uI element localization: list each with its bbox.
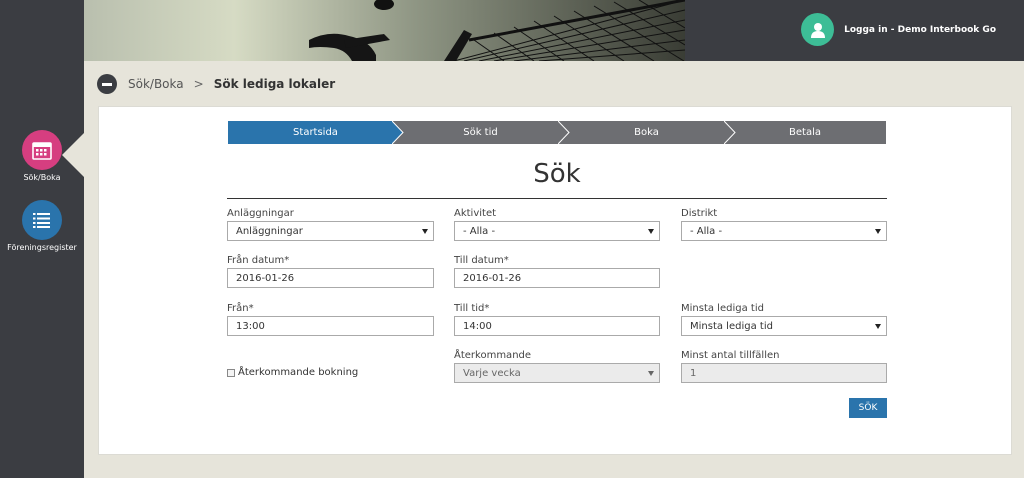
aktivitet-label: Aktivitet <box>454 208 497 219</box>
aterkommande-bokning-label: Återkommande bokning <box>238 367 359 378</box>
sidebar-item-label: Sök/Boka <box>23 173 61 182</box>
minsta-lediga-tid-select[interactable]: Minsta lediga tid <box>681 316 887 336</box>
minus-icon <box>102 82 112 86</box>
aktivitet-select[interactable]: - Alla - <box>454 221 660 241</box>
step-startsida[interactable]: Startsida <box>228 121 403 144</box>
sidebar-item-foreningsregister[interactable]: Föreningsregister <box>0 200 84 252</box>
breadcrumb: Sök/Boka > Sök lediga lokaler <box>97 74 335 94</box>
anlaggningar-select[interactable]: Anläggningar <box>227 221 434 241</box>
breadcrumb-current: Sök lediga lokaler <box>213 77 336 91</box>
distrikt-select[interactable]: - Alla - <box>681 221 887 241</box>
header: Logga in - Demo Interbook Go <box>84 0 1024 61</box>
calendar-icon <box>22 130 62 170</box>
aterkommande-label: Återkommande <box>454 350 532 361</box>
list-icon <box>22 200 62 240</box>
distrikt-label: Distrikt <box>681 208 718 219</box>
breadcrumb-separator: > <box>193 77 204 91</box>
step-betala[interactable]: Betala <box>724 121 886 144</box>
till-tid-label: Till tid* <box>454 303 490 314</box>
user-icon <box>801 13 835 46</box>
aterkommande-bokning-checkbox[interactable]: Återkommande bokning <box>227 367 358 378</box>
till-datum-input[interactable]: 2016-01-26 <box>454 268 660 288</box>
step-indicator: Startsida Sök tid Boka Betala <box>228 121 886 144</box>
minst-antal-input[interactable]: 1 <box>681 363 887 383</box>
search-button[interactable]: SÖK <box>849 398 887 418</box>
fran-datum-label: Från datum* <box>227 255 290 266</box>
till-tid-input[interactable]: 14:00 <box>454 316 660 336</box>
back-button[interactable] <box>97 74 117 94</box>
sidebar: Sök/Boka Föreningsregister <box>0 0 84 478</box>
breadcrumb-link[interactable]: Sök/Boka <box>128 77 184 91</box>
dropdown-arrow-icon <box>875 229 881 234</box>
step-boka[interactable]: Boka <box>558 121 735 144</box>
banner-image <box>84 0 685 61</box>
dropdown-arrow-icon <box>875 324 881 329</box>
till-datum-label: Till datum* <box>454 255 509 266</box>
login-label: Logga in - Demo Interbook Go <box>844 24 996 35</box>
search-card: Startsida Sök tid Boka Betala Sök Anlägg… <box>98 106 1012 455</box>
sidebar-item-sok-boka[interactable]: Sök/Boka <box>0 130 84 182</box>
minst-antal-label: Minst antal tillfällen <box>681 350 780 361</box>
fran-label: Från* <box>227 303 254 314</box>
dropdown-arrow-icon <box>648 371 654 376</box>
anlaggningar-label: Anläggningar <box>227 208 294 219</box>
aterkommande-select[interactable]: Varje vecka <box>454 363 660 383</box>
step-sok-tid[interactable]: Sök tid <box>392 121 569 144</box>
sidebar-item-label: Föreningsregister <box>7 243 77 252</box>
title-divider <box>227 198 887 199</box>
dropdown-arrow-icon <box>648 229 654 234</box>
checkbox-box[interactable] <box>227 368 235 377</box>
fran-datum-input[interactable]: 2016-01-26 <box>227 268 434 288</box>
dropdown-arrow-icon <box>422 229 428 234</box>
login-link[interactable]: Logga in - Demo Interbook Go <box>801 13 996 46</box>
minsta-lediga-tid-label: Minsta lediga tid <box>681 303 764 314</box>
fran-input[interactable]: 13:00 <box>227 316 434 336</box>
page-title: Sök <box>533 159 581 189</box>
